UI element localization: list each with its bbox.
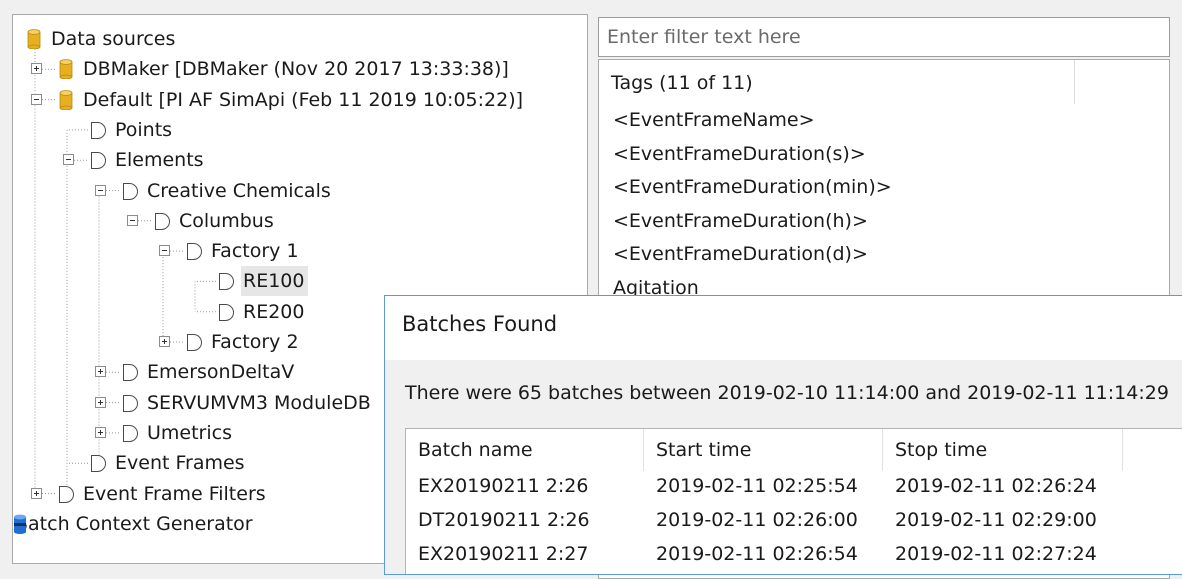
tree-node-label: Umetrics [147, 421, 232, 444]
table-cell: 2019-02-11 02:26:54 [656, 543, 858, 565]
tags-column-header[interactable]: Tags (11 of 11) [599, 60, 1075, 104]
collapse-minus-icon[interactable] [127, 214, 138, 226]
element-icon [123, 394, 138, 412]
expand-plus-icon[interactable] [159, 336, 170, 347]
table-cell: EX20190211 2:27 [418, 543, 589, 565]
tree-node-elements[interactable]: Elements [113, 145, 208, 175]
expand-plus-icon[interactable] [95, 396, 106, 408]
batch-generator-icon [14, 514, 26, 534]
tag-list-item[interactable]: <EventFrameName> [613, 105, 815, 135]
tag-filter-input[interactable] [598, 17, 1170, 57]
tree-node-label: RE200 [243, 300, 305, 323]
tree-node-factory-1[interactable]: Factory 1 [209, 236, 303, 266]
tree-node-label: DBMaker [DBMaker (Nov 20 2017 13:33:38)] [83, 58, 509, 81]
tree-node-points[interactable]: Points [113, 115, 176, 145]
tree-node-label: Columbus [179, 209, 274, 232]
tree-node-label: Factory 2 [211, 331, 299, 353]
tree-node-label: Creative Chemicals [147, 179, 331, 202]
column-header-stop-time[interactable]: Stop time [883, 429, 1123, 471]
tree-node-re200[interactable]: RE200 [241, 297, 308, 327]
tag-list-item[interactable]: <EventFrameDuration(h)> [613, 206, 868, 236]
expand-plus-icon[interactable] [31, 487, 42, 499]
tree-node-umetrics[interactable]: Umetrics [145, 418, 236, 448]
element-icon [123, 182, 138, 200]
tree-node-label: Event Frames [115, 452, 245, 475]
dialog-title-bar[interactable]: Batches Found [385, 296, 1182, 360]
collapse-minus-icon[interactable] [95, 184, 106, 196]
expand-plus-icon[interactable] [95, 426, 106, 438]
element-icon [155, 212, 170, 230]
tree-node-re100[interactable]: RE100 [241, 266, 309, 297]
table-cell: 2019-02-11 02:27:24 [895, 543, 1097, 565]
tree-node-label: Points [115, 118, 173, 141]
tree-node-default[interactable]: Default [PI AF SimApi (Feb 11 2019 10:05… [81, 85, 527, 115]
tree-node-dbmaker[interactable]: DBMaker [DBMaker (Nov 20 2017 13:33:38)] [81, 54, 513, 84]
table-cell: 2019-02-11 02:26:00 [656, 509, 858, 531]
database-icon [59, 89, 73, 110]
table-cell: EX20190211 2:26 [418, 475, 589, 497]
dialog-title: Batches Found [402, 312, 558, 336]
tree-node-event-frames[interactable]: Event Frames [113, 448, 249, 478]
database-icon [59, 59, 73, 80]
batches-table[interactable]: Batch name Start time Stop time EX20190211… [405, 428, 1182, 574]
tree-root-data-sources[interactable]: Data sources [49, 24, 179, 54]
tree-node-label: Event Frame Filters [83, 482, 266, 505]
tree-node-label: EmersonDeltaV [147, 361, 295, 384]
element-icon [59, 485, 74, 503]
database-icon [27, 29, 41, 49]
tree-node-label: RE100 [243, 270, 305, 293]
tag-list-item[interactable]: <EventFrameDuration(s)> [613, 139, 866, 169]
tree-node-emerson-deltav[interactable]: EmersonDeltaV [145, 357, 298, 387]
collapse-minus-icon[interactable] [31, 93, 42, 105]
collapse-minus-icon[interactable] [159, 245, 170, 257]
tree-node-columbus[interactable]: Columbus [177, 206, 278, 236]
tree-node-batch-context-generator[interactable]: Batch Context Generator [13, 509, 257, 539]
tree-node-label: Batch Context Generator [15, 512, 253, 535]
tree-node-label: SERVUMVM3 ModuleDB [147, 391, 371, 414]
tree-node-event-frame-filters[interactable]: Event Frame Filters [81, 479, 270, 509]
tree-node-label: Default [PI AF SimApi (Feb 11 2019 10:05… [83, 88, 524, 111]
tree-node-label: Factory 1 [211, 240, 299, 263]
tag-list-item[interactable]: <EventFrameDuration(min)> [613, 172, 892, 202]
tag-list-item[interactable]: <EventFrameDuration(d)> [613, 239, 868, 269]
batches-summary-message: There were 65 batches between 2019-02-10… [405, 382, 1169, 404]
table-cell: DT20190211 2:26 [418, 509, 590, 531]
column-header-start-time[interactable]: Start time [644, 429, 883, 471]
table-cell: 2019-02-11 02:29:00 [895, 509, 1097, 531]
table-cell: 2019-02-11 02:26:24 [895, 475, 1097, 497]
tree-node-creative-chemicals[interactable]: Creative Chemicals [145, 176, 335, 206]
tree-node-label: Data sources [51, 28, 176, 50]
tree-node-factory-2[interactable]: Factory 2 [209, 327, 303, 357]
collapse-minus-icon[interactable] [63, 154, 74, 166]
element-icon [219, 303, 234, 321]
table-cell: 2019-02-11 02:25:54 [656, 475, 858, 497]
tree-node-servumvm3[interactable]: SERVUMVM3 ModuleDB [145, 388, 375, 418]
expand-plus-icon[interactable] [95, 366, 106, 378]
column-header-batch-name[interactable]: Batch name [406, 429, 644, 471]
tree-node-label: Elements [115, 149, 204, 172]
expand-plus-icon[interactable] [31, 63, 42, 75]
batches-found-dialog: Batches Found There were 65 batches betw… [384, 295, 1182, 575]
